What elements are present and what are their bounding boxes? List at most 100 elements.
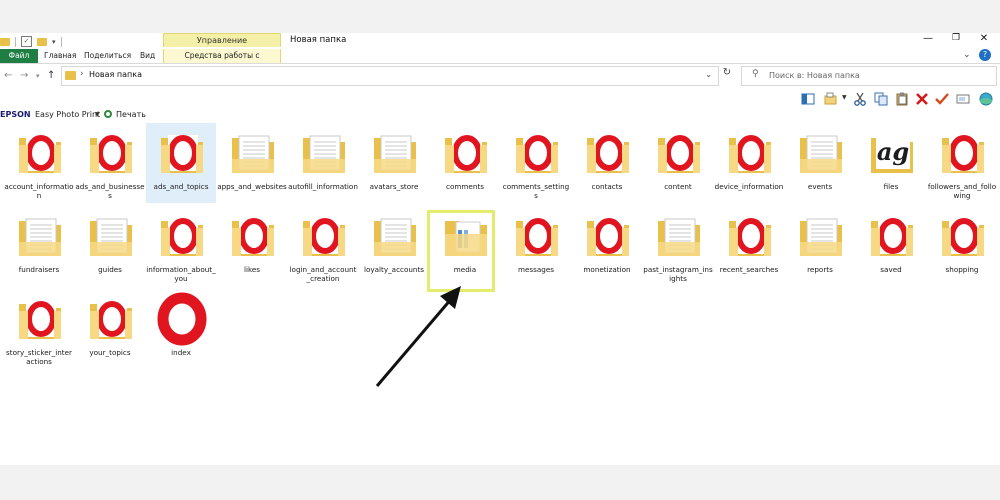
globe-icon[interactable] bbox=[979, 92, 993, 106]
file-item-your_topics[interactable]: your_topics bbox=[75, 289, 145, 369]
opera-folder-icon bbox=[19, 135, 61, 173]
close-icon[interactable]: ✕ bbox=[976, 33, 992, 44]
file-item-information_about_you[interactable]: information_about_you bbox=[146, 206, 216, 286]
file-item-past_instagram_insights[interactable]: past_instagram_insights bbox=[643, 206, 713, 286]
file-item-fundraisers[interactable]: fundraisers bbox=[4, 206, 74, 286]
file-item-reports[interactable]: reports bbox=[785, 206, 855, 286]
folder-icon[interactable] bbox=[0, 37, 10, 46]
file-item-label: account_information bbox=[4, 182, 74, 200]
file-item-label: avatars_store bbox=[369, 182, 419, 191]
file-item-label: events bbox=[807, 182, 833, 191]
new-folder-icon[interactable] bbox=[37, 37, 47, 46]
opera-folder-icon bbox=[19, 301, 61, 339]
tab-picture-tools[interactable]: Средства работы с рисунками bbox=[163, 49, 281, 74]
brand-label: EPSON bbox=[0, 110, 31, 119]
chevron-down-icon[interactable]: ⌄ bbox=[963, 50, 971, 60]
file-item-login_and_account_creation[interactable]: login_and_account_creation bbox=[288, 206, 358, 286]
file-item-shopping[interactable]: shopping bbox=[927, 206, 997, 286]
tab-share[interactable]: Поделиться bbox=[84, 49, 131, 63]
file-item-index[interactable]: index bbox=[146, 289, 216, 369]
file-item-ads_and_businesses[interactable]: ads_and_businesses bbox=[75, 123, 145, 203]
print-button[interactable]: Печать bbox=[116, 110, 146, 119]
file-item-label: index bbox=[171, 348, 191, 357]
refresh-icon[interactable]: ↻ bbox=[720, 67, 734, 83]
paste-icon[interactable] bbox=[895, 92, 909, 106]
context-group-label: Управление bbox=[163, 33, 281, 47]
file-item-apps_and_websites[interactable]: apps_and_websites bbox=[217, 123, 287, 203]
restore-icon[interactable]: ❐ bbox=[948, 33, 964, 43]
tab-home[interactable]: Главная bbox=[44, 49, 76, 63]
file-item-account_information[interactable]: account_information bbox=[4, 123, 74, 203]
file-item-saved[interactable]: saved bbox=[856, 206, 926, 286]
file-item-label: past_instagram_insights bbox=[643, 265, 713, 283]
file-item-label: apps_and_websites bbox=[217, 182, 287, 191]
file-item-label: guides bbox=[98, 265, 122, 274]
address-bar[interactable]: › Новая папка ⌄ bbox=[61, 66, 719, 86]
rename-icon[interactable] bbox=[956, 92, 970, 106]
file-item-device_information[interactable]: device_information bbox=[714, 123, 784, 203]
file-item-recent_searches[interactable]: recent_searches bbox=[714, 206, 784, 286]
file-item-monetization[interactable]: monetization bbox=[572, 206, 642, 286]
search-placeholder: Поиск в: Новая папка bbox=[769, 71, 860, 80]
file-item-label: story_sticker_interactions bbox=[6, 348, 72, 366]
checkmark-icon[interactable] bbox=[935, 92, 949, 106]
file-item-guides[interactable]: guides bbox=[75, 206, 145, 286]
search-input[interactable]: ⚲ Поиск в: Новая папка bbox=[741, 66, 997, 86]
file-item-autofill_information[interactable]: autofill_information bbox=[288, 123, 358, 203]
opera-folder-icon bbox=[90, 135, 132, 173]
tab-view[interactable]: Вид bbox=[140, 49, 155, 63]
minimize-icon[interactable]: — bbox=[920, 33, 936, 44]
file-item-events[interactable]: events bbox=[785, 123, 855, 203]
highlight-box bbox=[427, 210, 495, 292]
file-item-label: reports bbox=[807, 265, 833, 274]
file-item-contacts[interactable]: contacts bbox=[572, 123, 642, 203]
file-item-label: ads_and_topics bbox=[153, 182, 209, 191]
opera-folder-icon bbox=[587, 135, 629, 173]
chevron-right-icon[interactable]: › bbox=[80, 69, 84, 79]
opera-logo-icon bbox=[157, 292, 207, 346]
print-icon[interactable] bbox=[104, 110, 112, 118]
recent-locations-icon[interactable]: ▾ bbox=[36, 72, 40, 80]
file-item-loyalty_accounts[interactable]: loyalty_accounts bbox=[359, 206, 429, 286]
preview-pane-icon[interactable] bbox=[801, 92, 815, 106]
opera-folder-icon bbox=[90, 301, 132, 339]
up-arrow-icon[interactable]: ↑ bbox=[47, 70, 55, 81]
delete-icon[interactable] bbox=[915, 92, 929, 106]
copy-icon[interactable] bbox=[874, 92, 888, 106]
opera-folder-icon bbox=[161, 135, 203, 173]
file-item-label: contacts bbox=[591, 182, 623, 191]
address-path[interactable]: Новая папка bbox=[89, 70, 142, 79]
file-item-label: ads_and_businesses bbox=[75, 182, 145, 200]
document-folder-icon bbox=[19, 218, 61, 256]
document-folder-icon bbox=[800, 135, 842, 173]
file-item-ads_and_topics[interactable]: ads_and_topics bbox=[146, 123, 216, 203]
cut-icon[interactable] bbox=[853, 92, 867, 106]
file-item-content[interactable]: content bbox=[643, 123, 713, 203]
file-item-likes[interactable]: likes bbox=[217, 206, 287, 286]
help-icon[interactable]: ? bbox=[979, 49, 991, 61]
file-item-label: autofill_information bbox=[288, 182, 358, 191]
file-item-files[interactable]: ag files bbox=[856, 123, 926, 203]
chevron-down-icon[interactable]: ▼ bbox=[95, 111, 100, 118]
file-item-messages[interactable]: messages bbox=[501, 206, 571, 286]
chevron-down-icon[interactable]: ⌄ bbox=[705, 70, 712, 79]
opera-folder-icon bbox=[729, 135, 771, 173]
easy-photo-print-button[interactable]: Easy Photo Print bbox=[35, 110, 100, 119]
file-item-avatars_store[interactable]: avatars_store bbox=[359, 123, 429, 203]
file-item-label: loyalty_accounts bbox=[363, 265, 425, 274]
opera-folder-icon bbox=[729, 218, 771, 256]
file-item-label: comments bbox=[446, 182, 484, 191]
file-item-story_sticker_interactions[interactable]: story_sticker_interactions bbox=[4, 289, 74, 369]
forward-arrow-icon[interactable]: → bbox=[20, 70, 28, 81]
properties-icon[interactable]: ✓ bbox=[21, 36, 32, 47]
file-item-comments_settings[interactable]: comments_settings bbox=[501, 123, 571, 203]
file-item-followers_and_following[interactable]: followers_and_following bbox=[927, 123, 997, 203]
back-arrow-icon[interactable]: ← bbox=[4, 70, 12, 81]
window-title: Новая папка bbox=[290, 35, 347, 45]
opera-folder-icon bbox=[516, 135, 558, 173]
tab-file[interactable]: Файл bbox=[0, 49, 38, 63]
folder-options-icon[interactable] bbox=[824, 92, 838, 106]
file-item-comments[interactable]: comments bbox=[430, 123, 500, 203]
document-folder-icon bbox=[303, 135, 345, 173]
customize-toolbar-icon[interactable]: ▾ bbox=[52, 38, 56, 46]
